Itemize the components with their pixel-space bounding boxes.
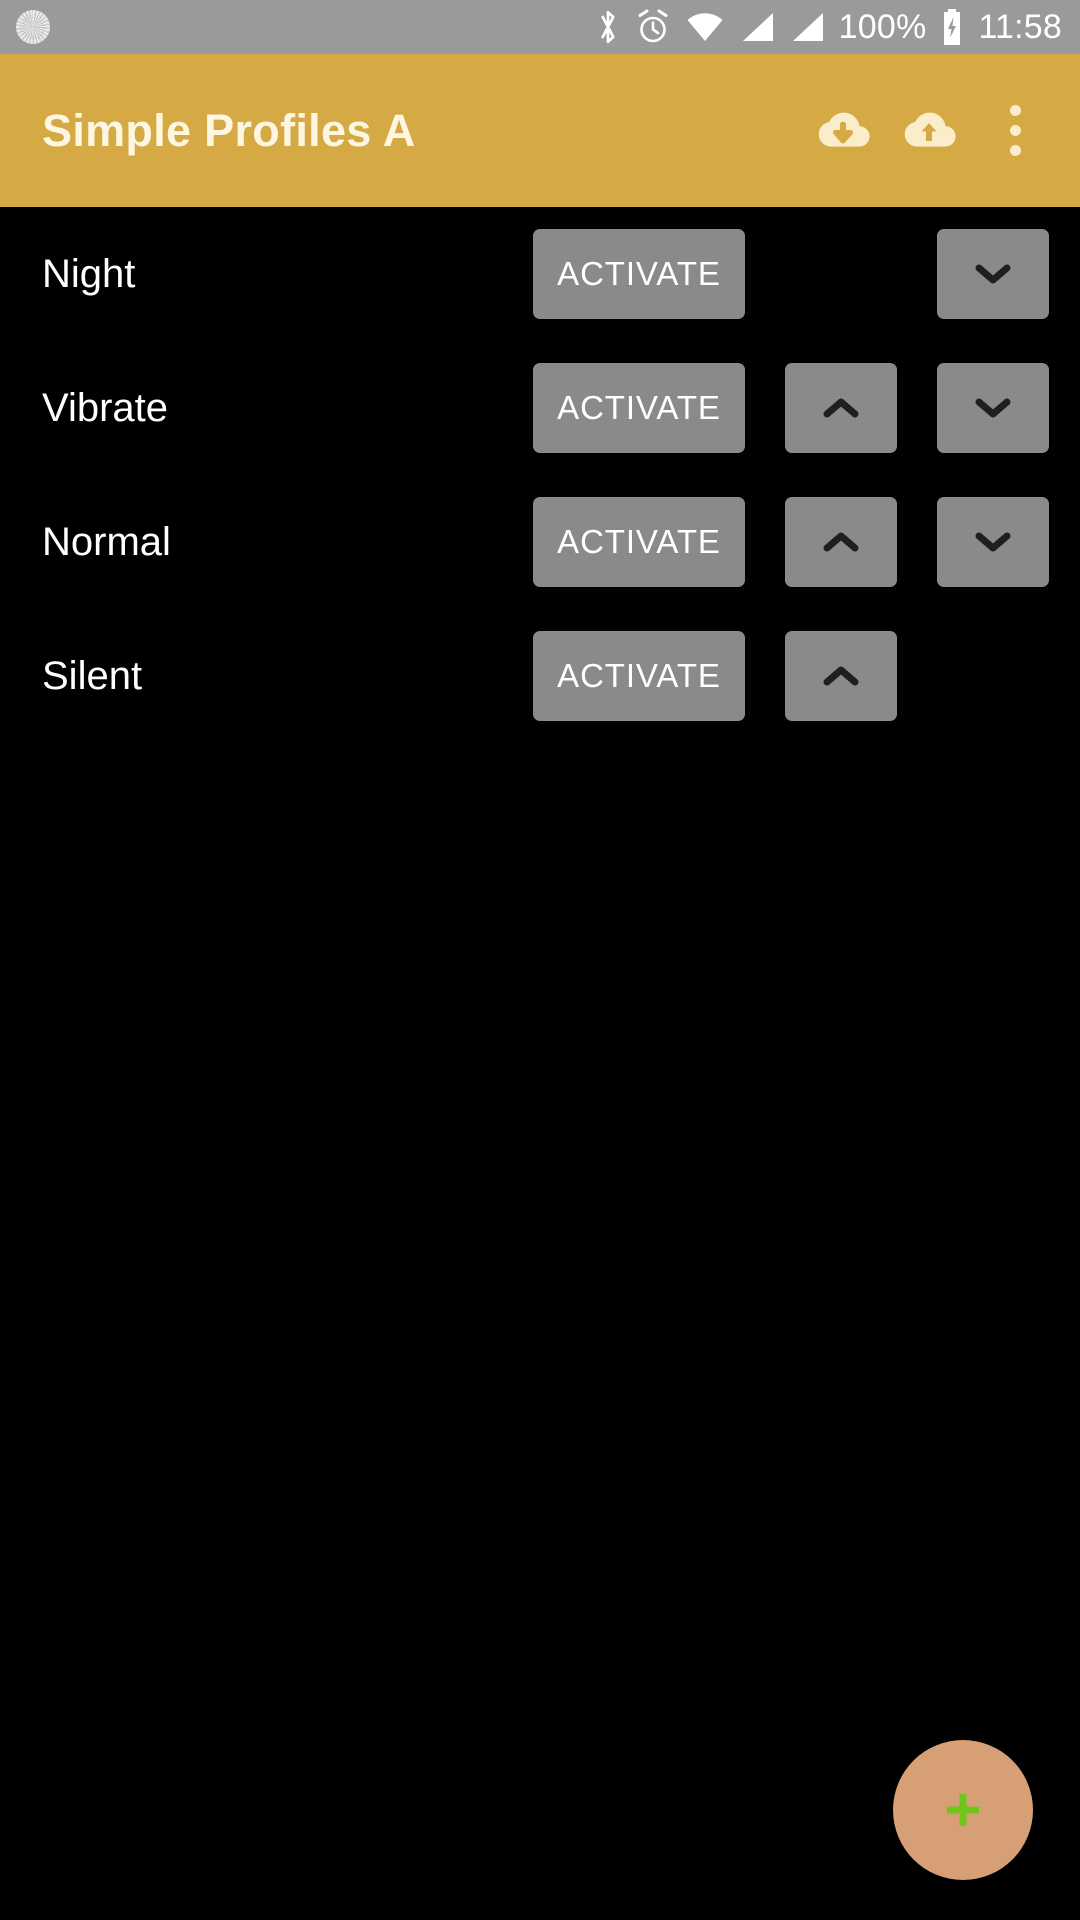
overflow-menu-icon <box>1009 105 1021 156</box>
profile-name-label: Normal <box>42 520 171 564</box>
export-button[interactable] <box>886 88 972 174</box>
overflow-dot <box>1009 105 1021 116</box>
import-button[interactable] <box>800 88 886 174</box>
plus-icon <box>947 1794 979 1826</box>
alarm-icon <box>638 9 668 43</box>
chevron-up-icon <box>823 532 859 552</box>
profile-name-label: Vibrate <box>42 386 169 430</box>
overflow-dot <box>1009 145 1021 156</box>
app-screen: 100% 11:58 Simple Profiles A Night ACTIV… <box>0 0 1080 1920</box>
profile-row: Normal ACTIVATE <box>0 475 1080 609</box>
move-down-button[interactable] <box>937 497 1049 587</box>
activate-button[interactable]: ACTIVATE <box>533 631 745 721</box>
profile-name-label: Night <box>42 252 136 296</box>
battery-percent-label: 100% <box>838 8 927 46</box>
profile-row-controls: ACTIVATE <box>533 363 1053 453</box>
signal-sim2-icon <box>792 13 823 41</box>
move-down-button[interactable] <box>937 229 1049 319</box>
activate-button[interactable]: ACTIVATE <box>533 229 745 319</box>
sync-spinner-icon <box>16 10 50 44</box>
wifi-icon <box>687 13 723 41</box>
profile-row: Silent ACTIVATE <box>0 609 1080 743</box>
profile-row-controls: ACTIVATE <box>533 229 1053 319</box>
profile-row: Vibrate ACTIVATE <box>0 341 1080 475</box>
overflow-menu-button[interactable] <box>972 88 1058 174</box>
profile-row-controls: ACTIVATE <box>533 631 1053 721</box>
chevron-down-icon <box>975 532 1011 552</box>
activate-button[interactable]: ACTIVATE <box>533 363 745 453</box>
overflow-dot <box>1009 125 1021 136</box>
chevron-down-icon <box>975 264 1011 284</box>
chevron-down-icon <box>975 398 1011 418</box>
clock-label: 11:58 <box>978 8 1062 46</box>
move-down-button[interactable] <box>937 363 1049 453</box>
cloud-download-icon <box>818 112 870 147</box>
app-bar-actions <box>800 88 1058 174</box>
move-up-button[interactable] <box>785 631 897 721</box>
status-bar-left-icons <box>16 10 50 44</box>
page-title: Simple Profiles A <box>42 105 416 156</box>
profile-list: Night ACTIVATE Vibrate ACTIVATE Normal ACTIVA… <box>0 207 1080 743</box>
activate-button[interactable]: ACTIVATE <box>533 497 745 587</box>
profile-row-controls: ACTIVATE <box>533 497 1053 587</box>
add-profile-button[interactable] <box>893 1740 1033 1880</box>
status-bar-right-icons: 100% 11:58 <box>595 7 1062 47</box>
battery-charging-icon <box>944 9 961 45</box>
move-up-button[interactable] <box>785 363 897 453</box>
status-bar: 100% 11:58 <box>0 0 1080 54</box>
app-bar: Simple Profiles A <box>0 54 1080 207</box>
chevron-up-icon <box>823 666 859 686</box>
profile-row: Night ACTIVATE <box>0 207 1080 341</box>
bluetooth-icon <box>601 10 615 44</box>
profile-name-label: Silent <box>42 654 143 698</box>
move-up-button[interactable] <box>785 497 897 587</box>
signal-sim1-icon <box>742 13 773 41</box>
cloud-upload-icon <box>904 112 956 147</box>
chevron-up-icon <box>823 398 859 418</box>
